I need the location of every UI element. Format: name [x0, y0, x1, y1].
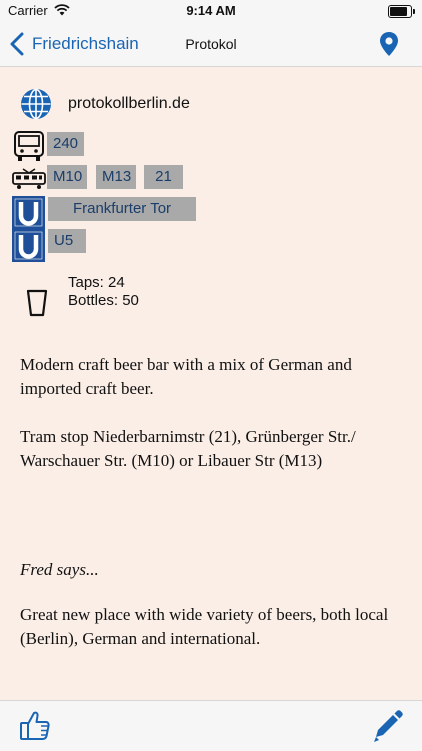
cup-icon	[26, 289, 48, 317]
bottles-count: Bottles: 50	[68, 292, 139, 309]
drinks-info: Taps: 24 Bottles: 50	[68, 274, 139, 310]
thumbs-up-icon[interactable]	[18, 709, 52, 743]
tram-icon	[12, 168, 46, 189]
battery-icon	[388, 5, 415, 18]
bar-description: Modern craft beer bar with a mix of Germ…	[20, 353, 400, 497]
bus-line-chip[interactable]: 240	[47, 132, 85, 156]
back-button[interactable]: Friedrichshain	[8, 22, 139, 66]
tram-line-chip[interactable]: M10	[47, 165, 87, 189]
review-heading: Fred says...	[20, 560, 99, 579]
ubahn-station-chip[interactable]: Frankfurter Tor	[48, 197, 196, 221]
globe-icon	[21, 88, 51, 120]
description-paragraph: Modern craft beer bar with a mix of Germ…	[20, 355, 352, 398]
description-paragraph: Tram stop Niederbarnimstr (21), Grünberg…	[20, 427, 356, 470]
tram-line-chip[interactable]: 21	[144, 165, 183, 189]
status-time: 9:14 AM	[186, 3, 236, 18]
tram-line-chip[interactable]: M13	[96, 165, 136, 189]
bottom-toolbar	[0, 700, 422, 751]
navigation-bar: Friedrichshain Protokol	[0, 22, 422, 67]
battery-fill	[390, 7, 408, 16]
ubahn-line-chip[interactable]: U5	[48, 229, 86, 253]
back-button-label: Friedrichshain	[32, 34, 139, 53]
pencil-icon[interactable]	[370, 709, 404, 743]
review-text: Great new place with wide variety of bee…	[20, 605, 389, 648]
website-row[interactable]: protokollberlin.de	[20, 88, 190, 120]
bar-detail-content: protokollberlin.de 240 M10 M13 21 Frankf…	[0, 67, 422, 697]
ubahn-icon	[12, 196, 45, 262]
taps-count: Taps: 24	[68, 274, 125, 291]
website-link[interactable]: protokollberlin.de	[68, 95, 190, 113]
map-pin-icon[interactable]	[378, 31, 400, 57]
back-chevron-icon	[10, 32, 24, 56]
status-bar: Carrier 9:14 AM	[0, 0, 422, 22]
bus-icon	[14, 131, 44, 161]
